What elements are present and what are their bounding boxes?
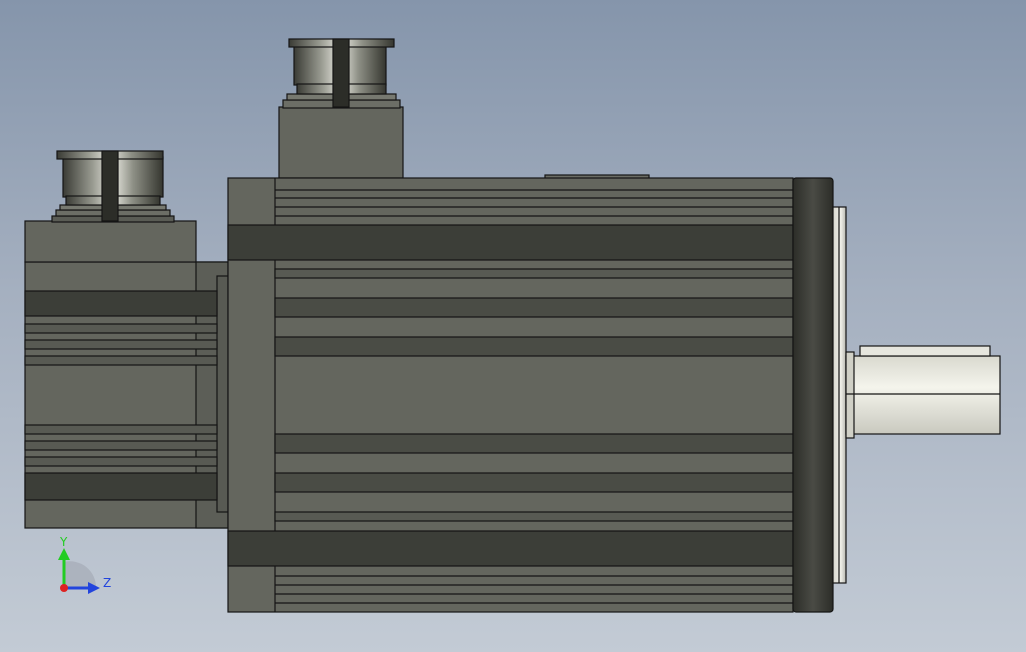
encoder-dark-band-top (24, 290, 218, 317)
output-shaft[interactable] (845, 345, 1001, 439)
connector-latch (332, 38, 350, 108)
encoder-connector[interactable] (51, 150, 175, 223)
encoder-neck (216, 275, 229, 513)
shaft-shoulder (845, 351, 855, 439)
body-groove (274, 336, 794, 357)
encoder-cover (24, 220, 197, 263)
body-groove (274, 268, 794, 279)
terminal-box (278, 106, 404, 179)
encoder-dark-band-bottom (24, 472, 218, 501)
body-groove (274, 472, 794, 493)
y-axis-arrow-icon (58, 548, 70, 560)
x-axis-dot-icon (60, 584, 68, 592)
body-groove (274, 433, 794, 454)
encoder-groove (24, 440, 218, 451)
front-flange[interactable] (792, 177, 847, 613)
dark-band-bottom (227, 530, 794, 567)
shaft-key (859, 345, 991, 357)
flange-plate (792, 177, 834, 613)
encoder-housing[interactable] (24, 220, 229, 529)
axis-triad: Y Z (58, 535, 111, 594)
body-groove (274, 511, 794, 522)
motor-body[interactable] (227, 106, 794, 613)
encoder-groove (24, 355, 218, 366)
encoder-groove (24, 339, 218, 350)
body-groove (274, 297, 794, 318)
encoder-groove (24, 424, 218, 435)
dark-band-top (227, 224, 794, 261)
cad-viewport[interactable]: Y Z (0, 0, 1026, 652)
connector-latch (101, 150, 119, 222)
power-connector[interactable] (282, 38, 401, 109)
y-axis-label: Y (59, 535, 68, 549)
z-axis-label: Z (103, 576, 111, 590)
encoder-groove (24, 323, 218, 334)
encoder-groove (24, 456, 218, 467)
motor-model-view[interactable]: Y Z (0, 0, 1026, 652)
shaft-body (845, 355, 1001, 435)
